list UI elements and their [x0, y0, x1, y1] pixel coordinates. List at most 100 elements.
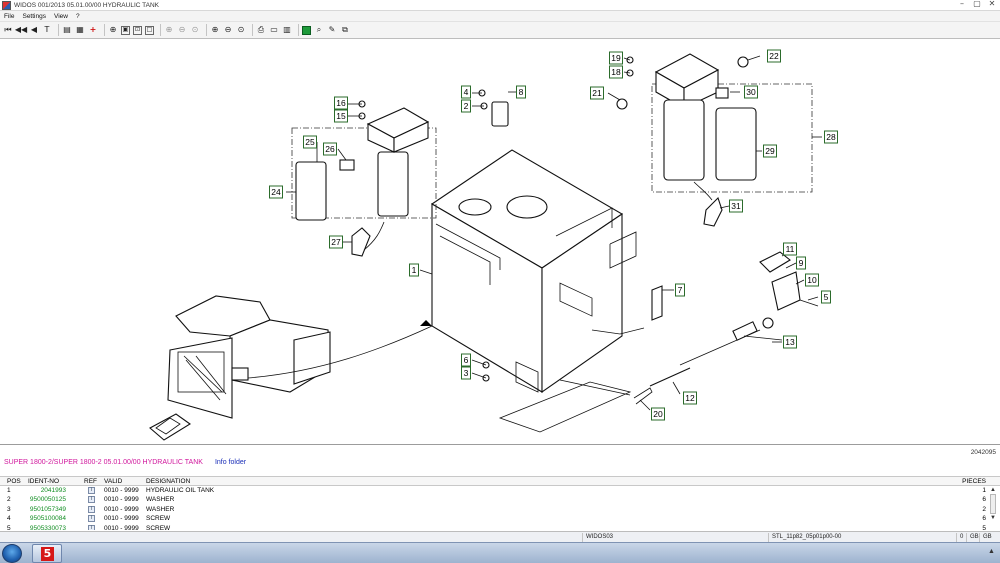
- callout-13[interactable]: 13: [783, 335, 797, 349]
- scroll-thumb[interactable]: [990, 494, 996, 514]
- callout-1[interactable]: 1: [409, 263, 419, 277]
- toolbar-separator: [298, 24, 299, 36]
- callout-29[interactable]: 29: [763, 144, 777, 158]
- fit-page-icon[interactable]: ▣: [121, 25, 130, 35]
- list-icon[interactable]: ▦: [75, 25, 85, 35]
- callout-26[interactable]: 26: [323, 142, 337, 156]
- menu-settings[interactable]: Settings: [22, 13, 46, 20]
- designation-cell: WASHER: [146, 496, 175, 503]
- callout-28[interactable]: 28: [824, 130, 838, 144]
- callout-5[interactable]: 5: [821, 290, 831, 304]
- callout-25[interactable]: 25: [303, 135, 317, 149]
- previous-icon[interactable]: ◀: [29, 25, 39, 35]
- callout-9[interactable]: 9: [796, 256, 806, 270]
- maximize-button[interactable]: ▢: [971, 0, 983, 9]
- menu-view[interactable]: View: [54, 13, 68, 20]
- info-folder-link[interactable]: Info folder: [215, 459, 246, 466]
- table-row[interactable]: 3 9501057349 0010 - 9999 WASHER 2 i: [0, 505, 1000, 515]
- callout-number: 12: [685, 393, 695, 403]
- callout-12[interactable]: 12: [683, 391, 697, 405]
- callout-27[interactable]: 27: [329, 235, 343, 249]
- callout-15[interactable]: 15: [334, 109, 348, 123]
- designation-cell: WASHER: [146, 505, 175, 513]
- blank-icon[interactable]: □: [145, 25, 154, 35]
- close-button[interactable]: ✕: [986, 0, 998, 9]
- callout-6[interactable]: 6: [461, 353, 471, 367]
- tray-arrow-icon[interactable]: ▲: [988, 548, 996, 558]
- ref-info-icon[interactable]: i: [88, 515, 95, 522]
- toggle-text-icon[interactable]: T: [42, 25, 52, 35]
- zoom-area-icon[interactable]: ⊙: [236, 25, 246, 35]
- callout-10[interactable]: 10: [805, 273, 819, 287]
- first-page-icon[interactable]: ⏮: [3, 25, 13, 35]
- scroll-down-icon[interactable]: ▼: [989, 514, 997, 522]
- ref-info-icon[interactable]: i: [88, 486, 95, 494]
- callout-number: 28: [826, 132, 836, 142]
- minimize-button[interactable]: –: [956, 0, 968, 9]
- zoom-window-icon[interactable]: ⊡: [133, 25, 142, 35]
- left-filter-assembly[interactable]: [295, 107, 430, 257]
- zoom-reset-disabled-icon[interactable]: ⊙: [190, 25, 200, 35]
- callout-2[interactable]: 2: [461, 99, 471, 113]
- callout-number: 27: [331, 237, 341, 247]
- callout-3[interactable]: 3: [461, 366, 471, 380]
- zoom-out-disabled-icon[interactable]: ⊖: [177, 25, 187, 35]
- callout-7[interactable]: 7: [675, 283, 685, 297]
- callout-number: 11: [786, 244, 795, 254]
- attachment-icon[interactable]: ⌕: [314, 25, 324, 35]
- previous-fast-icon[interactable]: ◀◀: [15, 25, 27, 35]
- exploded-parts-drawing[interactable]: 1 2 3 4 5 6 7 8 9 10 11 12 13 15 16 18 19 20 21 22 24 25 26 27 2…: [0, 40, 1000, 445]
- zoom-in-icon[interactable]: ⊕: [108, 25, 118, 35]
- zoom-plus-icon[interactable]: ⊕: [210, 25, 220, 35]
- ref-info-icon[interactable]: i: [88, 505, 95, 513]
- ref-info-icon[interactable]: i: [88, 524, 95, 530]
- table-row[interactable]: 2 9500050125 0010 - 9999 WASHER 6 i: [0, 495, 1000, 505]
- status-lang2: GB: [979, 533, 996, 542]
- copy-icon[interactable]: ▤: [62, 25, 72, 35]
- callout-31[interactable]: 31: [729, 199, 743, 213]
- callout-22[interactable]: 22: [767, 49, 781, 63]
- scroll-up-icon[interactable]: ▲: [989, 486, 997, 494]
- callout-21[interactable]: 21: [590, 86, 604, 100]
- callout-20[interactable]: 20: [651, 407, 665, 421]
- pieces-cell: 5: [982, 524, 986, 531]
- callout-number: 18: [611, 67, 621, 77]
- document-number: 2042095: [970, 449, 996, 456]
- callout-30[interactable]: 30: [744, 85, 758, 99]
- callout-19[interactable]: 19: [609, 51, 623, 65]
- table-row[interactable]: 4 9505100084 0010 - 9999 SCREW 6 i: [0, 514, 1000, 524]
- print-icon[interactable]: ⎙: [256, 25, 266, 35]
- pos-cell: 2: [7, 496, 11, 503]
- callout-16[interactable]: 16: [334, 96, 348, 110]
- green-flag-icon[interactable]: [302, 25, 311, 35]
- edit-icon[interactable]: ✎: [327, 25, 337, 35]
- table-row[interactable]: 1 2041993 0010 - 9999 HYDRAULIC OIL TANK 1 i: [0, 486, 1000, 496]
- printer-icon[interactable]: ▭: [269, 25, 279, 35]
- callout-24[interactable]: 24: [269, 185, 283, 199]
- taskbar: 5 ▲: [0, 542, 1000, 563]
- start-button[interactable]: [2, 544, 22, 563]
- ref-info-icon[interactable]: i: [88, 496, 95, 503]
- menu-file[interactable]: File: [4, 13, 14, 20]
- table-row[interactable]: 5 9505330073 0010 - 9999 SCREW 5 i: [0, 524, 1000, 531]
- callout-number: 1: [412, 265, 417, 275]
- callout-number: 29: [765, 146, 775, 156]
- toolbar-separator: [206, 24, 207, 36]
- callout-number: 24: [271, 187, 281, 197]
- add-icon[interactable]: +: [88, 25, 98, 35]
- designation-cell: SCREW: [146, 524, 171, 531]
- taskbar-app-button[interactable]: 5: [32, 544, 62, 563]
- callout-number: 21: [592, 88, 602, 98]
- valid-cell: 0010 - 9999: [104, 496, 139, 503]
- zoom-minus-icon[interactable]: ⊖: [223, 25, 233, 35]
- callout-8[interactable]: 8: [516, 85, 526, 99]
- menu-help[interactable]: ?: [76, 13, 80, 20]
- zoom-in-disabled-icon[interactable]: ⊕: [164, 25, 174, 35]
- callout-11[interactable]: 11: [783, 242, 797, 256]
- table-scrollbar[interactable]: ▲ ▼: [989, 486, 997, 526]
- app-icon[interactable]: [2, 0, 11, 10]
- stamp-icon[interactable]: ⧉: [340, 25, 350, 35]
- export-icon[interactable]: ▥: [282, 25, 292, 35]
- callout-18[interactable]: 18: [609, 65, 623, 79]
- callout-4[interactable]: 4: [461, 85, 471, 99]
